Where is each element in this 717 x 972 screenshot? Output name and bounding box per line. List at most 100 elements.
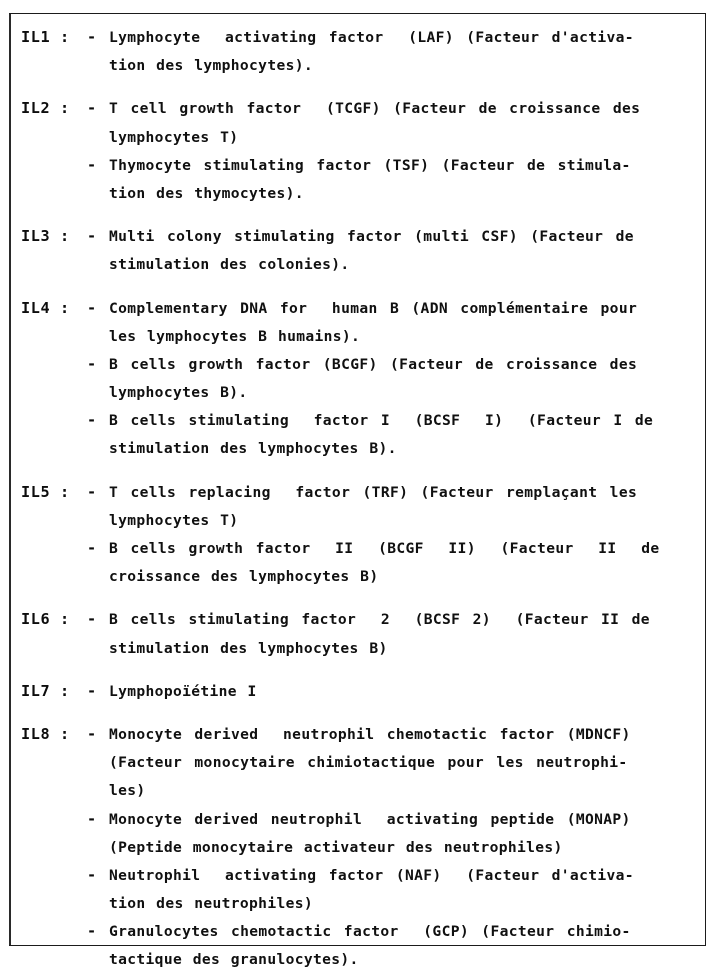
text-line: IL2 :-tion des thymocytes). [21,184,694,212]
text-line: IL2 :-lymphocytes T) [21,128,694,156]
interleukin-entry: IL3 : - Multi colony stimulating factor (m… [21,227,694,283]
bullet-dash: - [87,681,97,700]
interleukin-label: IL4 : [21,298,70,317]
line-text: Lymphopoïétine I [109,682,257,700]
interleukin-label: IL3 : [21,255,87,273]
bullet-dash: - [87,865,97,884]
line-text: Thymocyte stimulating factor (TSF) (Fact… [109,156,631,174]
bullet-dash: - [87,724,97,743]
text-line: IL6 :-stimulation des lymphocytes B) [21,639,694,667]
bullet-dash: - [87,482,97,501]
bullet-dash: - [87,922,97,941]
bullet-dash: - [87,781,109,799]
line-text: tion des thymocytes). [109,184,304,202]
interleukin-label: IL2 : [21,184,87,202]
bullet-dash: - [87,411,97,430]
line-text: stimulation des lymphocytes B) [109,639,388,657]
interleukin-label: IL4 : [21,355,87,373]
line-text: B cells stimulating factor I (BCSF I) (F… [109,412,654,430]
bullet-dash: - [87,809,97,828]
text-line: IL4 : - Complementary DNA for human B (ADN… [21,299,694,327]
line-text: B cells stimulating factor 2 (BCSF 2) (F… [109,611,650,629]
bullet-dash: - [87,639,109,657]
bullet-dash: - [87,255,109,273]
line-text: T cell growth factor (TCGF) (Facteur de … [109,100,641,118]
line-text: T cells replacing factor (TRF) (Facteur … [109,483,638,501]
bullet-dash: - [87,838,109,856]
text-line: IL5 :-croissance des lymphocytes B) [21,567,694,595]
text-line: IL8 : - Monocyte derived neutrophil chemot… [21,725,694,753]
text-line: IL8 :-Monocyte derived neutrophil activa… [21,810,694,838]
line-text: Neutrophil activating factor (NAF) (Fact… [109,866,634,884]
bullet-dash: - [87,155,97,174]
text-line: IL2 :-T cell growth factor (TCGF) (Facte… [21,99,694,127]
line-text: Multi colony stimulating factor (multi C… [109,228,634,246]
bullet-dash: - [87,894,109,912]
interleukin-label: IL8 : [21,781,87,799]
interleukin-list: IL1 : - Lymphocyte activating factor (LAF)… [11,16,704,968]
bullet-dash: - [87,354,97,373]
interleukin-label: IL5 : [21,482,70,501]
interleukin-label: IL4 : [21,439,87,457]
interleukin-label: IL2 : [21,156,87,174]
text-line: IL8 :-les) [21,781,694,809]
text-line: IL5 :-T cells replacing factor (TRF) (Fa… [21,483,694,511]
text-line: IL4 :-les lymphocytes B humains). [21,327,694,355]
bullet-dash: - [87,511,109,529]
interleukin-label: IL8 : [21,810,87,828]
interleukin-label: IL3 : [21,227,70,246]
interleukin-entry: IL1 : - Lymphocyte activating factor (LAF)… [21,28,694,84]
interleukin-label: IL4 : [21,327,87,345]
interleukin-label: IL5 : [21,511,87,529]
bullet-dash: - [87,184,109,202]
bullet-dash: - [87,227,97,246]
bullet-dash: - [87,950,109,968]
text-line: IL5 :-B cells growth factor II (BCGF II)… [21,539,694,567]
text-line: IL1 : - Lymphocyte activating factor (LAF)… [21,28,694,56]
text-line: IL5 :-lymphocytes T) [21,511,694,539]
text-line: IL8 :-Granulocytes chemotactic factor (G… [21,922,694,950]
line-text: (Facteur monocytaire chimiotactique pour… [109,754,628,772]
text-line: IL8 :-Neutrophil activating factor (NAF)… [21,866,694,894]
text-line: IL7 : - Lymphopoïétine I [21,682,694,710]
line-text: tion des neutrophiles) [109,895,313,913]
text-line: IL4 :-B cells stimulating factor I (BCSF… [21,411,694,439]
interleukin-label: IL8 : [21,922,87,940]
line-text: croissance des lymphocytes B) [109,568,379,586]
text-line: IL4 :-stimulation des lymphocytes B). [21,439,694,467]
line-text: Complementary DNA for human B (ADN compl… [109,299,638,317]
interleukin-label: IL6 : [21,639,87,657]
bullet-dash: - [87,383,109,401]
line-text: B cells growth factor II (BCGF II) (Fact… [109,540,660,557]
line-text: stimulation des lymphocytes B). [109,440,397,458]
line-text: Lymphocyte activating factor (LAF) (Fact… [109,29,634,46]
bullet-dash: - [87,539,97,557]
interleukin-label: IL8 : [21,753,87,771]
interleukin-entry: IL7 : - Lymphopoïétine I [21,682,694,710]
bullet-dash: - [87,128,109,146]
line-text: tactique des granulocytes). [109,951,359,969]
interleukin-entry: IL5 :-T cells replacing factor (TRF) (Fa… [21,483,694,596]
line-text: les lymphocytes B humains). [109,327,361,345]
text-line: IL6 :-B cells stimulating factor 2 (BCSF… [21,610,694,638]
interleukin-label: IL8 : [21,894,87,912]
line-text: tion des lymphocytes). [109,57,313,75]
line-text: les) [109,782,146,800]
interleukin-label: IL7 : [21,681,70,700]
text-line: IL1 :-tion des lymphocytes). [21,56,694,84]
interleukin-label: IL5 : [21,567,87,585]
line-text: stimulation des colonies). [109,256,350,274]
interleukin-label: IL2 : [21,128,87,146]
interleukin-label: IL4 : [21,411,87,429]
line-text: Monocyte derived neutrophil chemotactic … [109,725,631,743]
bullet-dash: - [87,327,109,345]
line-text: (Peptide monocytaire activateur des neut… [109,838,563,856]
bullet-dash: - [87,567,109,585]
text-line: IL3 :-stimulation des colonies). [21,255,694,283]
interleukin-label: IL6 : [21,610,70,629]
interleukin-label: IL2 : [21,99,70,118]
bullet-dash: - [87,99,97,118]
bullet-dash: - [87,753,109,771]
interleukin-label: IL5 : [21,539,87,557]
interleukin-entry: IL4 : - Complementary DNA for human B (ADN… [21,299,694,468]
